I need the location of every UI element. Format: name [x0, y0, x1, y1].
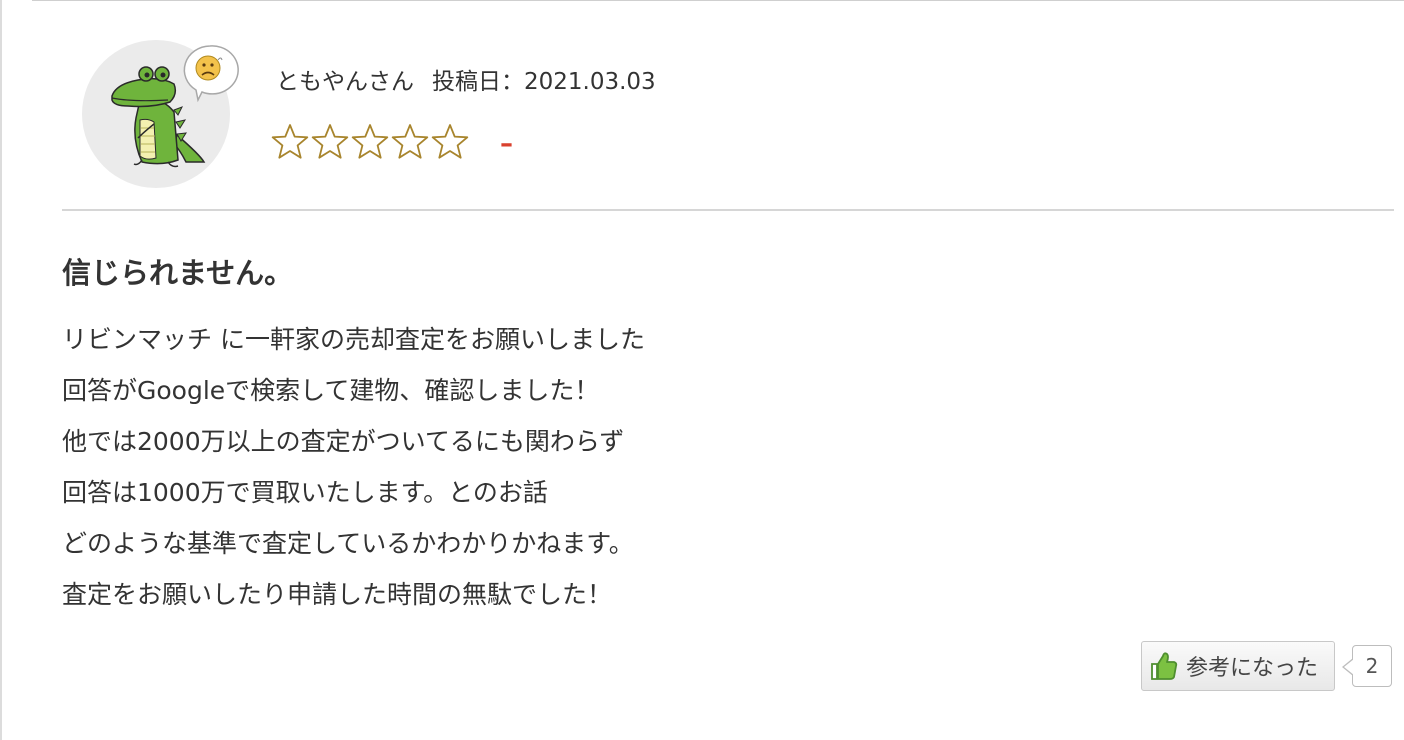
posted-date: 投稿日：2021.03.03: [432, 69, 656, 95]
reviewer-name: ともやんさん: [276, 69, 414, 95]
reviewer-avatar: [82, 40, 242, 190]
helpful-count: 2: [1342, 645, 1392, 687]
thumbs-up-icon: [1151, 652, 1178, 680]
star-empty-icon: [391, 124, 429, 159]
review-line: どのような基準で査定しているかわかりかねます。: [62, 529, 634, 558]
review-line: リビンマッチ に一軒家の売却査定をお願いしました: [62, 325, 645, 354]
review-line: 他では2000万以上の査定がついてるにも関わらず: [62, 427, 625, 456]
top-divider: [32, 0, 1404, 1]
star-empty-icon: [431, 124, 469, 159]
helpful-label: 参考になった: [1186, 656, 1319, 681]
review-title: 信じられません。: [62, 256, 294, 290]
helpful-button[interactable]: 参考になった: [1141, 641, 1335, 691]
star-empty-icon: [351, 124, 389, 159]
star-empty-icon: [311, 124, 349, 159]
review-body: リビンマッチ に一軒家の売却査定をお願いしました 回答がGoogleで検索して建…: [62, 314, 645, 620]
reviewer-meta: ともやんさん 投稿日：2021.03.03: [276, 62, 656, 96]
review-line: 回答がGoogleで検索して建物、確認しました！: [62, 376, 600, 405]
review-line: 査定をお願いしたり申請した時間の無駄でした！: [62, 580, 613, 609]
crocodile-mascot-icon: [111, 45, 239, 168]
left-border: [0, 0, 2, 740]
rating-value: –: [500, 129, 513, 159]
star-rating: [270, 122, 470, 162]
review-line: 回答は1000万で買取いたします。とのお話: [62, 478, 548, 507]
star-empty-icon: [271, 124, 309, 159]
section-divider: [62, 209, 1394, 211]
